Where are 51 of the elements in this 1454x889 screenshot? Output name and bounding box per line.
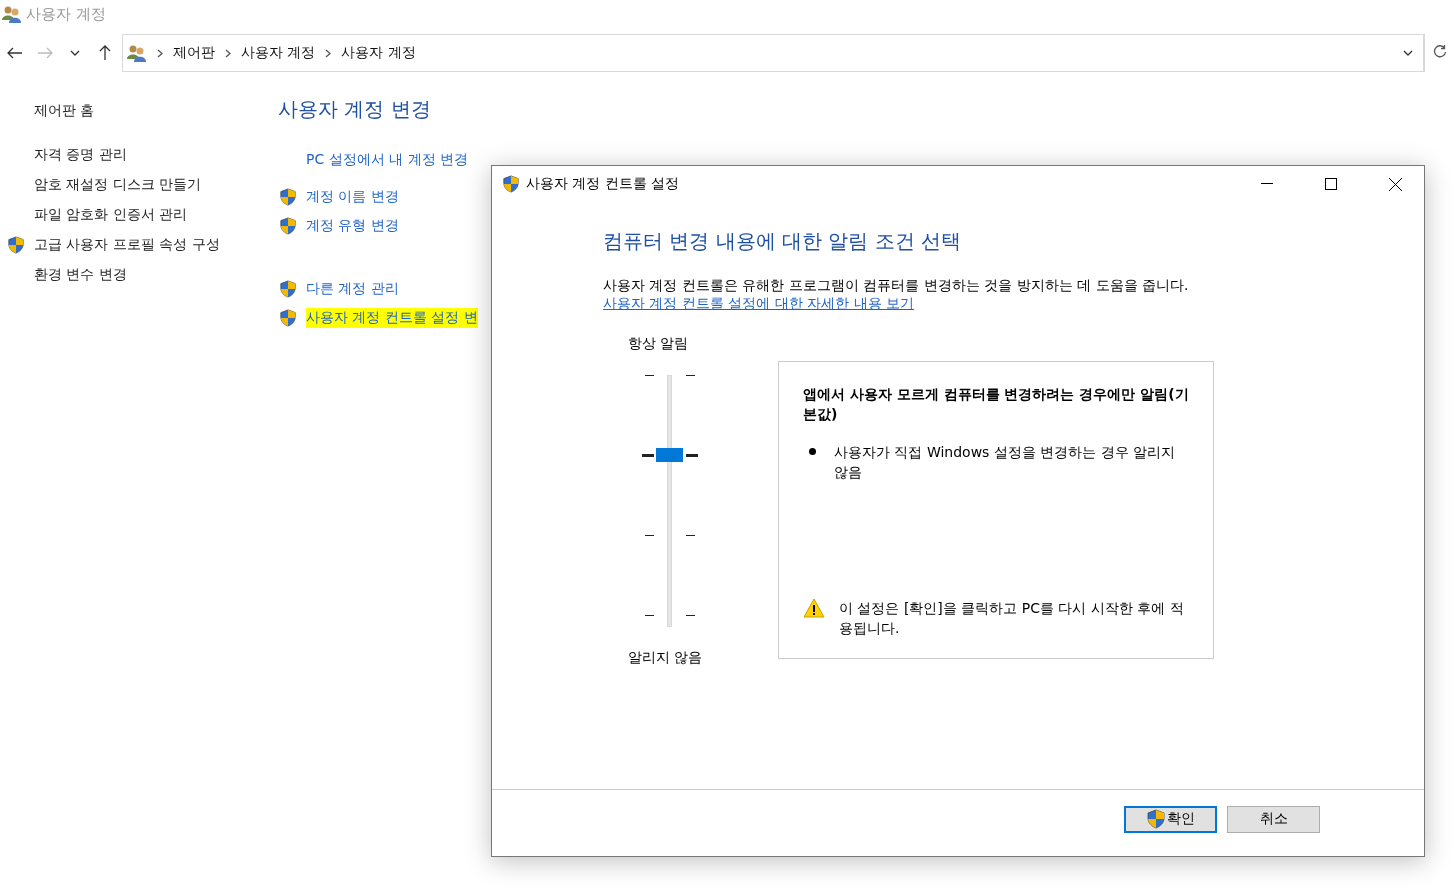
task-link[interactable]: PC 설정에서 내 계정 변경 — [278, 145, 478, 174]
sidebar-link[interactable]: 자격 증명 관리 — [6, 140, 250, 170]
page-heading: 사용자 계정 변경 — [278, 96, 432, 123]
dialog-title: 사용자 계정 컨트롤 설정 — [526, 175, 681, 193]
window-title: 사용자 계정 — [26, 4, 106, 24]
shield-icon — [279, 187, 297, 206]
slider-top-label: 항상 알림 — [628, 335, 689, 353]
cancel-button[interactable]: 취소 — [1227, 805, 1320, 833]
chevron-down-icon — [1403, 50, 1413, 56]
close-icon — [1388, 177, 1402, 191]
slider-bottom-label: 알리지 않음 — [628, 649, 703, 667]
minimize-icon — [1261, 183, 1273, 185]
breadcrumb[interactable]: 제어판 — [173, 44, 215, 62]
sidebar-link[interactable]: 고급 사용자 프로필 속성 구성 — [6, 230, 250, 260]
task-link[interactable]: 다른 계정 관리 — [278, 274, 478, 303]
shield-icon — [279, 308, 297, 327]
shield-icon — [7, 236, 25, 254]
task-link[interactable]: 계정 유형 변경 — [278, 211, 478, 240]
shield-icon — [502, 175, 520, 193]
shield-icon — [279, 279, 297, 298]
sidebar-link[interactable]: 제어판 홈 — [6, 96, 250, 126]
help-link[interactable]: 사용자 계정 컨트롤 설정에 대한 자세한 내용 보기 — [603, 295, 915, 313]
breadcrumb[interactable]: 사용자 계정 — [241, 44, 316, 62]
bullet-icon — [809, 448, 816, 455]
slider-thumb[interactable] — [656, 447, 683, 462]
warning-text: 이 설정은 [확인]을 클릭하고 PC를 다시 시작한 후에 적용됩니다. — [839, 599, 1185, 638]
arrow-right-icon — [37, 47, 53, 59]
chevron-icon — [157, 48, 163, 58]
dialog-heading: 컴퓨터 변경 내용에 대한 알림 조건 선택 — [603, 228, 963, 255]
breadcrumb[interactable]: 사용자 계정 — [341, 44, 416, 62]
setting-title: 앱에서 사용자 모르게 컴퓨터를 변경하려는 경우에만 알림(기본값) — [803, 385, 1190, 424]
description-text: 사용자 계정 컨트롤은 유해한 프로그램이 컴퓨터를 변경하는 것을 방지하는 데 도움을 줍니다. — [603, 277, 1190, 295]
maximize-icon — [1325, 178, 1337, 190]
task-link[interactable]: 계정 이름 변경 — [278, 182, 478, 211]
chevron-down-icon — [70, 50, 80, 56]
sidebar-link[interactable]: 암호 재설정 디스크 만들기 — [6, 170, 250, 200]
address-bar[interactable]: 제어판 사용자 계정 사용자 계정 — [122, 34, 1424, 72]
ok-button[interactable]: 확인 — [1124, 805, 1217, 833]
users-icon — [127, 44, 147, 62]
refresh-icon — [1432, 44, 1447, 58]
shield-icon — [279, 216, 297, 235]
chevron-icon — [225, 48, 231, 58]
shield-icon — [1146, 809, 1166, 829]
sidebar-link[interactable]: 환경 변수 변경 — [6, 260, 250, 290]
sidebar-link[interactable]: 파일 암호화 인증서 관리 — [6, 200, 250, 230]
arrow-up-icon — [99, 45, 111, 61]
chevron-icon — [325, 48, 332, 58]
users-icon — [2, 5, 22, 23]
bullet-text: 사용자가 직접 Windows 설정을 변경하는 경우 알리지 않음 — [834, 443, 1177, 482]
arrow-left-icon — [7, 47, 23, 59]
warning-icon — [803, 598, 825, 618]
